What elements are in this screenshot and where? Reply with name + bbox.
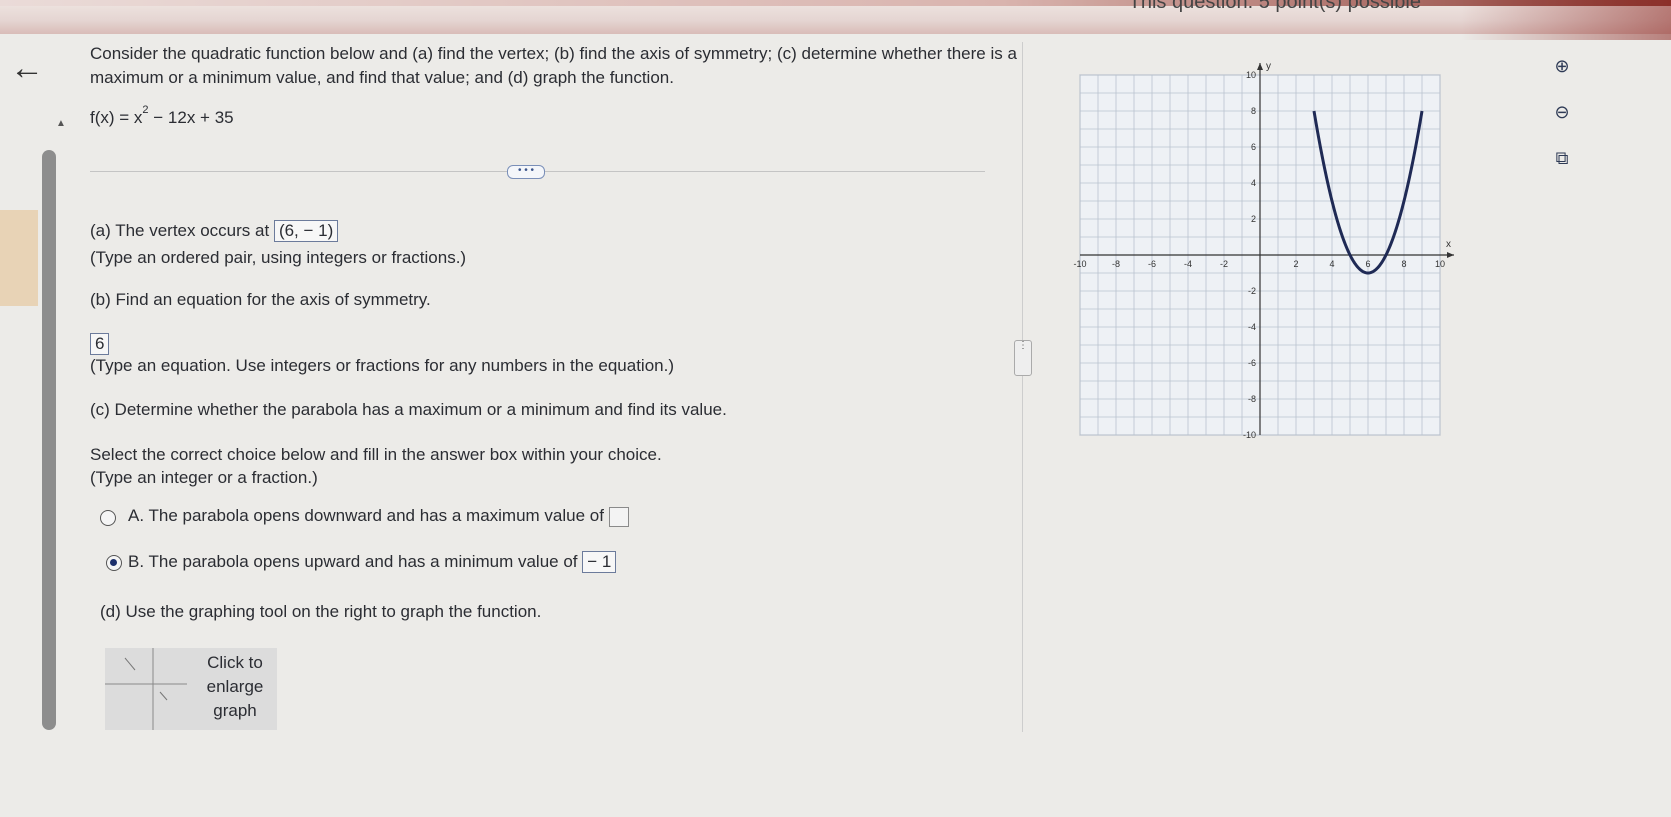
max-value-box[interactable]	[608, 506, 629, 527]
top-corner-shade	[1461, 0, 1671, 40]
x-tick-label: -4	[1184, 259, 1192, 269]
x-tick-label: 10	[1435, 259, 1445, 269]
enlarge-line-3: graph	[213, 701, 257, 720]
part-b-hint: (Type an equation. Use integers or fract…	[90, 356, 674, 375]
choice-a-text: The parabola opens downward and has a ma…	[148, 506, 604, 525]
choice-b-letter: B.	[128, 552, 145, 571]
zoom-out-icon[interactable]: ⊖	[1548, 98, 1576, 126]
y-tick-label: 2	[1251, 214, 1256, 224]
popout-icon[interactable]: ⧉	[1548, 144, 1576, 172]
part-a-label: (a) The vertex occurs at	[90, 221, 270, 240]
function-expression: f(x) = x2 − 12x + 35	[90, 104, 234, 128]
x-axis-arrow	[1447, 252, 1454, 258]
axis-answer-box[interactable]: 6	[90, 333, 110, 355]
function-exponent: 2	[142, 104, 149, 116]
y-axis-arrow	[1257, 63, 1263, 70]
y-tick-label: 6	[1251, 142, 1256, 152]
part-b-label: (b) Find an equation for the axis of sym…	[90, 290, 431, 309]
choice-a-radio[interactable]	[100, 510, 116, 526]
x-tick-label: -10	[1073, 259, 1086, 269]
back-arrow-icon[interactable]: ←	[10, 48, 50, 88]
top-bar: This question: 5 point(s) possible	[0, 0, 1671, 40]
choice-b-text: The parabola opens upward and has a mini…	[148, 552, 578, 571]
part-c-label: (c) Determine whether the parabola has a…	[90, 400, 727, 419]
enlarge-label: Click to enlarge graph	[193, 651, 277, 723]
function-rest: − 12x + 35	[148, 108, 234, 127]
x-tick-label: 4	[1329, 259, 1334, 269]
part-d-label: (d) Use the graphing tool on the right t…	[100, 602, 542, 621]
choice-b[interactable]: B. The parabola opens upward and has a m…	[128, 551, 617, 573]
y-tick-label: -4	[1248, 322, 1256, 332]
left-tab	[0, 210, 38, 306]
choice-a[interactable]: A. The parabola opens downward and has a…	[128, 506, 629, 527]
y-tick-label: 8	[1251, 106, 1256, 116]
pane-separator	[1022, 42, 1023, 732]
part-a-line: (a) The vertex occurs at (6, − 1)	[90, 220, 339, 242]
pane-resize-grip[interactable]: ⋮	[1014, 340, 1032, 376]
left-scrollbar[interactable]	[42, 150, 56, 730]
x-tick-label: -8	[1112, 259, 1120, 269]
question-points-info: This question: 5 point(s) possible	[1128, 0, 1421, 13]
function-graph[interactable]: x y -10 -8 -6 -4 -2 2 4 6 8 10 10 8 6 4 2 -2 -4 -6 -8 -10	[1060, 55, 1480, 475]
part-c-hint: (Type an integer or a fraction.)	[90, 468, 318, 487]
y-tick-label: 10	[1246, 70, 1256, 80]
y-tick-label: -2	[1248, 286, 1256, 296]
part-a-hint: (Type an ordered pair, using integers or…	[90, 248, 467, 267]
y-tick-label: 4	[1251, 178, 1256, 188]
x-tick-label: -2	[1220, 259, 1228, 269]
x-tick-label: 6	[1365, 259, 1370, 269]
y-tick-label: -6	[1248, 358, 1256, 368]
scroll-up-icon[interactable]: ▲	[56, 118, 66, 129]
x-tick-label: -6	[1148, 259, 1156, 269]
question-prompt: Consider the quadratic function below an…	[90, 44, 1017, 87]
function-lhs: f(x) = x	[90, 108, 143, 127]
expand-button[interactable]: • • •	[507, 165, 545, 179]
x-axis-label: x	[1446, 239, 1451, 250]
enlarge-graph-button[interactable]: Click to enlarge graph	[105, 648, 277, 730]
choice-b-radio[interactable]	[106, 555, 122, 571]
enlarge-line-1: Click to	[207, 653, 263, 672]
enlarge-line-2: enlarge	[206, 677, 264, 696]
x-tick-label: 8	[1401, 259, 1406, 269]
y-tick-label: -8	[1248, 394, 1256, 404]
part-c-instruction: Select the correct choice below and fill…	[90, 445, 662, 464]
graph-thumbnail-icon	[105, 648, 187, 730]
zoom-in-icon[interactable]: ⊕	[1548, 52, 1576, 80]
x-tick-label: 2	[1293, 259, 1298, 269]
choice-a-letter: A.	[128, 506, 145, 525]
y-axis-label: y	[1266, 61, 1271, 72]
min-value-box[interactable]: − 1	[582, 551, 617, 573]
y-tick-label: -10	[1243, 430, 1256, 440]
vertex-answer-box[interactable]: (6, − 1)	[273, 220, 339, 242]
